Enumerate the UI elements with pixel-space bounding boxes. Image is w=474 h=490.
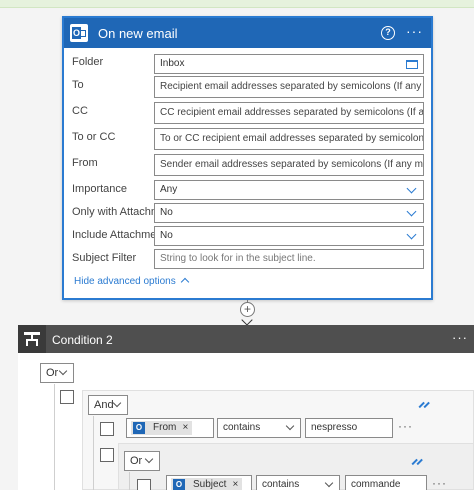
condition-value-field[interactable]: nespresso [305,418,393,438]
more-options-icon[interactable]: ··· [406,23,423,39]
help-icon[interactable]: ? [381,26,395,40]
condition-value: nespresso [311,422,358,433]
condition-body: Or And O From × contains nespresso ··· O… [18,353,474,490]
condition-icon-box [18,325,46,353]
chevron-down-icon [324,478,334,488]
chevron-down-icon [144,454,154,464]
row-checkbox[interactable] [100,422,114,436]
only-attachments-dropdown[interactable]: No [154,203,424,223]
outlook-icon: O [173,479,185,490]
chevron-down-icon [406,206,417,217]
condition-left-field[interactable]: O From × [126,418,214,438]
to-label: To [72,79,84,91]
condition-header[interactable]: Condition 2 ··· [18,325,474,353]
collapse-icon[interactable] [418,399,430,411]
outlook-icon: O [133,422,145,434]
condition-title: Condition 2 [52,333,113,347]
dynamic-content-token[interactable]: O From × [131,421,193,435]
folder-icon[interactable] [406,60,418,69]
hide-advanced-options-link[interactable]: Hide advanced options [74,276,189,287]
group-line [54,384,55,490]
folder-field[interactable]: Inbox [154,54,424,74]
inner-or-label: Or [130,455,143,467]
close-icon[interactable]: × [233,478,239,490]
operator-dropdown[interactable]: contains [217,418,301,438]
collapse-icon[interactable] [411,456,423,468]
condition-left-field[interactable]: O Subject × [166,475,252,490]
trigger-title: On new email [98,25,178,41]
outer-or-dropdown[interactable]: Or [40,363,74,383]
subject-filter-field[interactable]: String to look for in the subject line. [154,249,424,269]
more-options-icon[interactable]: ··· [432,476,447,490]
subject-filter-label: Subject Filter [72,252,137,264]
importance-value: Any [160,184,178,195]
and-dropdown[interactable]: And [88,395,128,415]
include-attachments-dropdown[interactable]: No [154,226,424,246]
to-or-cc-label: To or CC [72,131,116,143]
close-icon[interactable]: × [183,421,189,435]
trigger-header[interactable]: O On new email ? ··· [64,18,431,48]
to-or-cc-field[interactable]: To or CC recipient email addresses separ… [154,128,424,150]
chevron-down-icon [112,398,122,408]
from-label: From [72,157,98,169]
cc-field[interactable]: CC recipient email addresses separated b… [154,102,424,124]
trigger-card: O On new email ? ··· Folder Inbox To Rec… [62,16,433,300]
operator-label: contains [262,479,300,490]
include-attachments-value: No [160,230,173,241]
cc-label: CC [72,105,88,117]
importance-label: Importance [72,183,128,195]
folder-label: Folder [72,56,104,68]
and-label: And [94,399,114,411]
operator-label: contains [223,422,261,433]
chevron-up-icon [180,277,189,287]
outer-or-label: Or [46,367,59,379]
condition-icon [24,332,40,346]
chevron-down-icon [285,421,295,431]
to-field[interactable]: Recipient email addresses separated by s… [154,76,424,98]
inner-or-dropdown[interactable]: Or [124,451,160,471]
dynamic-content-token[interactable]: O Subject × [171,478,243,490]
from-field[interactable]: Sender email addresses separated by semi… [154,154,424,176]
chevron-down-icon [406,229,417,240]
only-attachments-value: No [160,207,173,218]
operator-dropdown[interactable]: contains [256,475,340,490]
chevron-down-icon [58,366,68,376]
hide-advanced-label: Hide advanced options [74,276,176,287]
token-label: From [153,422,177,433]
more-options-icon[interactable]: ··· [398,419,413,433]
token-label: Subject [193,479,227,490]
top-strip [0,0,474,8]
condition-value-field[interactable]: commande [345,475,427,490]
more-options-icon[interactable]: ··· [452,330,468,345]
importance-dropdown[interactable]: Any [154,180,424,200]
chevron-down-icon [406,183,417,194]
group-checkbox[interactable] [60,390,74,404]
condition-value: commande [351,479,401,490]
group-line [129,472,130,490]
row-checkbox[interactable] [137,479,151,490]
group-line [93,416,94,490]
outlook-icon: O [70,24,88,42]
folder-value: Inbox [160,58,185,69]
group-checkbox[interactable] [100,448,114,462]
